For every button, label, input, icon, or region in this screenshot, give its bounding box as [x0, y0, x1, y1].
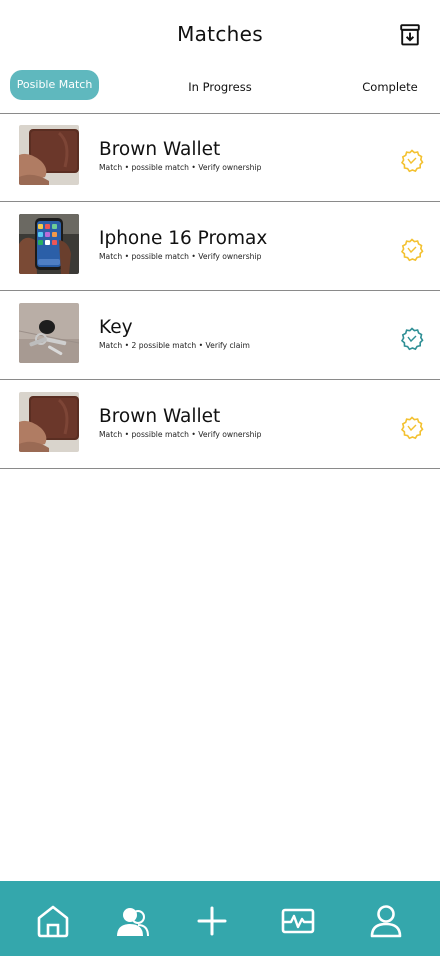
archive-download-icon[interactable]: [400, 24, 420, 46]
bottom-nav: [0, 881, 440, 956]
activity-icon[interactable]: [280, 903, 316, 939]
pending-badge-icon: [400, 238, 424, 262]
list-item[interactable]: Iphone 16 Promax Match • possible match …: [0, 202, 440, 291]
pending-badge-icon: [400, 149, 424, 173]
item-title: Brown Wallet: [99, 406, 221, 427]
item-thumbnail: [19, 214, 79, 274]
matches-screen: Matches Posible Match In Progress Comple…: [0, 0, 440, 956]
item-meta: Match • possible match • Verify ownershi…: [99, 163, 262, 172]
profile-icon[interactable]: [368, 903, 404, 939]
item-thumbnail: [19, 392, 79, 452]
item-title: Brown Wallet: [99, 139, 221, 160]
pending-badge-icon: [400, 416, 424, 440]
tab-in-progress[interactable]: In Progress: [170, 72, 270, 102]
list-item[interactable]: Key Match • 2 possible match • Verify cl…: [0, 291, 440, 380]
verify-badge-icon: [400, 327, 424, 351]
home-icon[interactable]: [35, 903, 71, 939]
tab-complete[interactable]: Complete: [350, 72, 430, 102]
list-item[interactable]: Brown Wallet Match • possible match • Ve…: [0, 113, 440, 202]
plus-icon[interactable]: [194, 903, 230, 939]
item-meta: Match • possible match • Verify ownershi…: [99, 252, 262, 261]
item-title: Key: [99, 317, 133, 338]
item-title: Iphone 16 Promax: [99, 228, 268, 249]
header: Matches: [0, 0, 440, 66]
item-thumbnail: [19, 303, 79, 363]
item-thumbnail: [19, 125, 79, 185]
item-meta: Match • possible match • Verify ownershi…: [99, 430, 262, 439]
list-item[interactable]: Brown Wallet Match • possible match • Ve…: [0, 380, 440, 469]
tab-bar: Posible Match In Progress Complete: [0, 70, 440, 102]
match-list: Brown Wallet Match • possible match • Ve…: [0, 113, 440, 469]
users-icon[interactable]: [114, 903, 150, 939]
item-meta: Match • 2 possible match • Verify claim: [99, 341, 250, 350]
page-title: Matches: [177, 22, 263, 46]
tab-possible-match[interactable]: Posible Match: [10, 70, 99, 100]
